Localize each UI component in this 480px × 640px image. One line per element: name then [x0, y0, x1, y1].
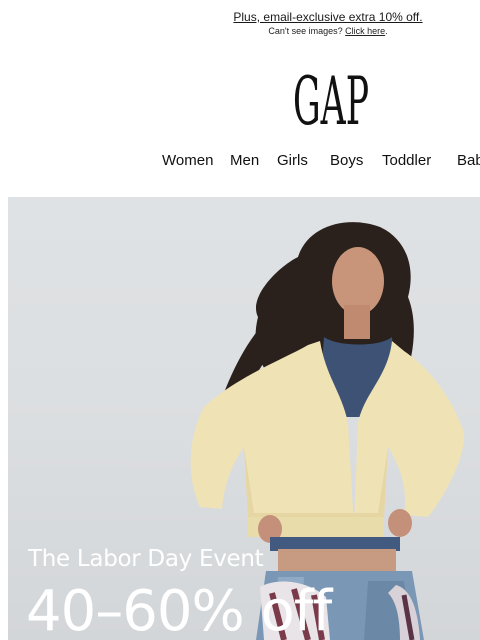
gap-logo[interactable]: GAP — [293, 63, 369, 140]
hero-image — [190, 222, 465, 640]
promo-link[interactable]: Plus, email-exclusive extra 10% off. — [0, 9, 480, 25]
hero-banner[interactable]: The Labor Day Event 40–60% off — [8, 197, 480, 640]
cant-see-images-text: Can't see images? — [268, 26, 343, 36]
nav-item-women[interactable]: Women — [162, 152, 213, 169]
hero-eyebrow: The Labor Day Event — [28, 546, 264, 572]
nav-item-baby[interactable]: Baby — [457, 152, 480, 169]
period-text: . — [385, 26, 388, 36]
main-nav: Women Men Girls Boys Toddler Baby — [0, 152, 480, 172]
nav-item-boys[interactable]: Boys — [330, 152, 363, 169]
nav-item-men[interactable]: Men — [230, 152, 259, 169]
hero-headline: 40–60% off — [26, 579, 332, 640]
logo-text: GAP — [293, 68, 369, 128]
click-here-link[interactable]: Click here — [345, 26, 385, 36]
nav-item-girls[interactable]: Girls — [277, 152, 308, 169]
preheader: Plus, email-exclusive extra 10% off. Can… — [0, 9, 480, 36]
view-online-line: Can't see images? Click here. — [0, 26, 480, 36]
nav-item-toddler[interactable]: Toddler — [382, 152, 431, 169]
gap-logo-mark: GAP — [293, 63, 369, 140]
